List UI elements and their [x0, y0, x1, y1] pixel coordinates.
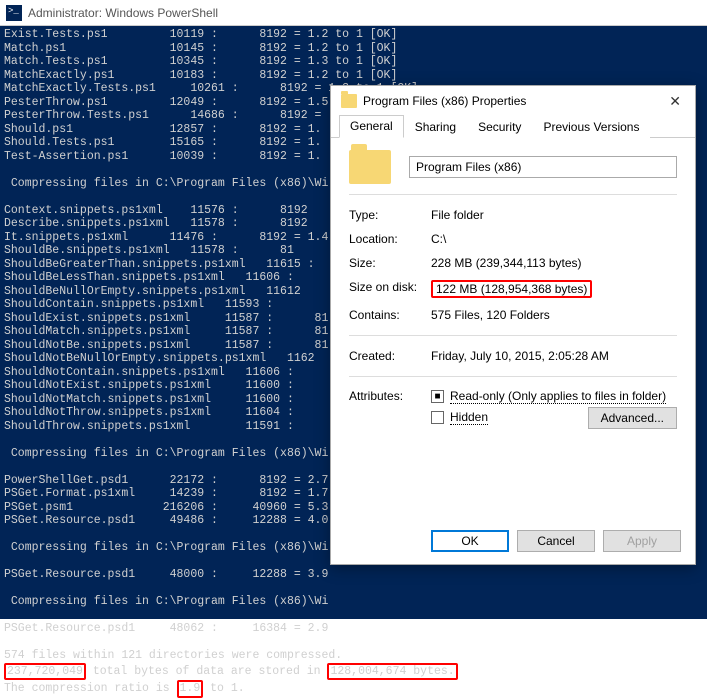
dialog-buttons: OK Cancel Apply — [431, 530, 681, 552]
divider — [349, 335, 677, 336]
properties-dialog: Program Files (x86) Properties ✕ General… — [330, 85, 696, 565]
checkbox-empty-icon — [431, 411, 444, 424]
folder-icon — [341, 94, 357, 108]
properties-title: Program Files (x86) Properties — [363, 94, 526, 108]
tab-sharing[interactable]: Sharing — [404, 116, 467, 138]
readonly-label: Read-only (Only applies to files in fold… — [450, 389, 666, 404]
readonly-checkbox[interactable]: ■ Read-only (Only applies to files in fo… — [431, 389, 677, 404]
powershell-title: Administrator: Windows PowerShell — [28, 6, 218, 20]
powershell-titlebar[interactable]: Administrator: Windows PowerShell — [0, 0, 707, 26]
size-on-disk-label: Size on disk: — [349, 280, 431, 298]
total-bytes-highlight: 237,720,049 — [4, 663, 86, 681]
apply-button[interactable]: Apply — [603, 530, 681, 552]
properties-tabbar: General Sharing Security Previous Versio… — [331, 116, 695, 138]
hidden-label: Hidden — [450, 410, 488, 425]
size-value: 228 MB (239,344,113 bytes) — [431, 256, 677, 270]
size-label: Size: — [349, 256, 431, 270]
tab-previous-versions[interactable]: Previous Versions — [532, 116, 650, 138]
contains-label: Contains: — [349, 308, 431, 322]
created-value: Friday, July 10, 2015, 2:05:28 AM — [431, 349, 677, 363]
checkbox-indeterminate-icon: ■ — [431, 390, 444, 403]
tab-general[interactable]: General — [339, 115, 404, 138]
type-value: File folder — [431, 208, 677, 222]
ratio-highlight: 1.9 — [177, 680, 204, 698]
attributes-label: Attributes: — [349, 389, 431, 403]
type-label: Type: — [349, 208, 431, 222]
location-value: C:\ — [431, 232, 677, 246]
size-on-disk-highlight: 122 MB (128,954,368 bytes) — [431, 280, 592, 298]
folder-large-icon — [349, 150, 391, 184]
created-label: Created: — [349, 349, 431, 363]
cancel-button[interactable]: Cancel — [517, 530, 595, 552]
close-icon[interactable]: ✕ — [665, 93, 685, 110]
powershell-icon — [6, 5, 22, 21]
advanced-button[interactable]: Advanced... — [588, 407, 677, 429]
stored-bytes-highlight: 128,004,674 bytes. — [327, 663, 457, 681]
contains-value: 575 Files, 120 Folders — [431, 308, 677, 322]
divider — [349, 376, 677, 377]
properties-content: Type:File folder Location:C:\ Size:228 M… — [331, 138, 695, 441]
tab-security[interactable]: Security — [467, 116, 532, 138]
divider — [349, 194, 677, 195]
folder-name-input[interactable] — [409, 156, 677, 178]
ok-button[interactable]: OK — [431, 530, 509, 552]
location-label: Location: — [349, 232, 431, 246]
properties-titlebar[interactable]: Program Files (x86) Properties ✕ — [331, 86, 695, 116]
